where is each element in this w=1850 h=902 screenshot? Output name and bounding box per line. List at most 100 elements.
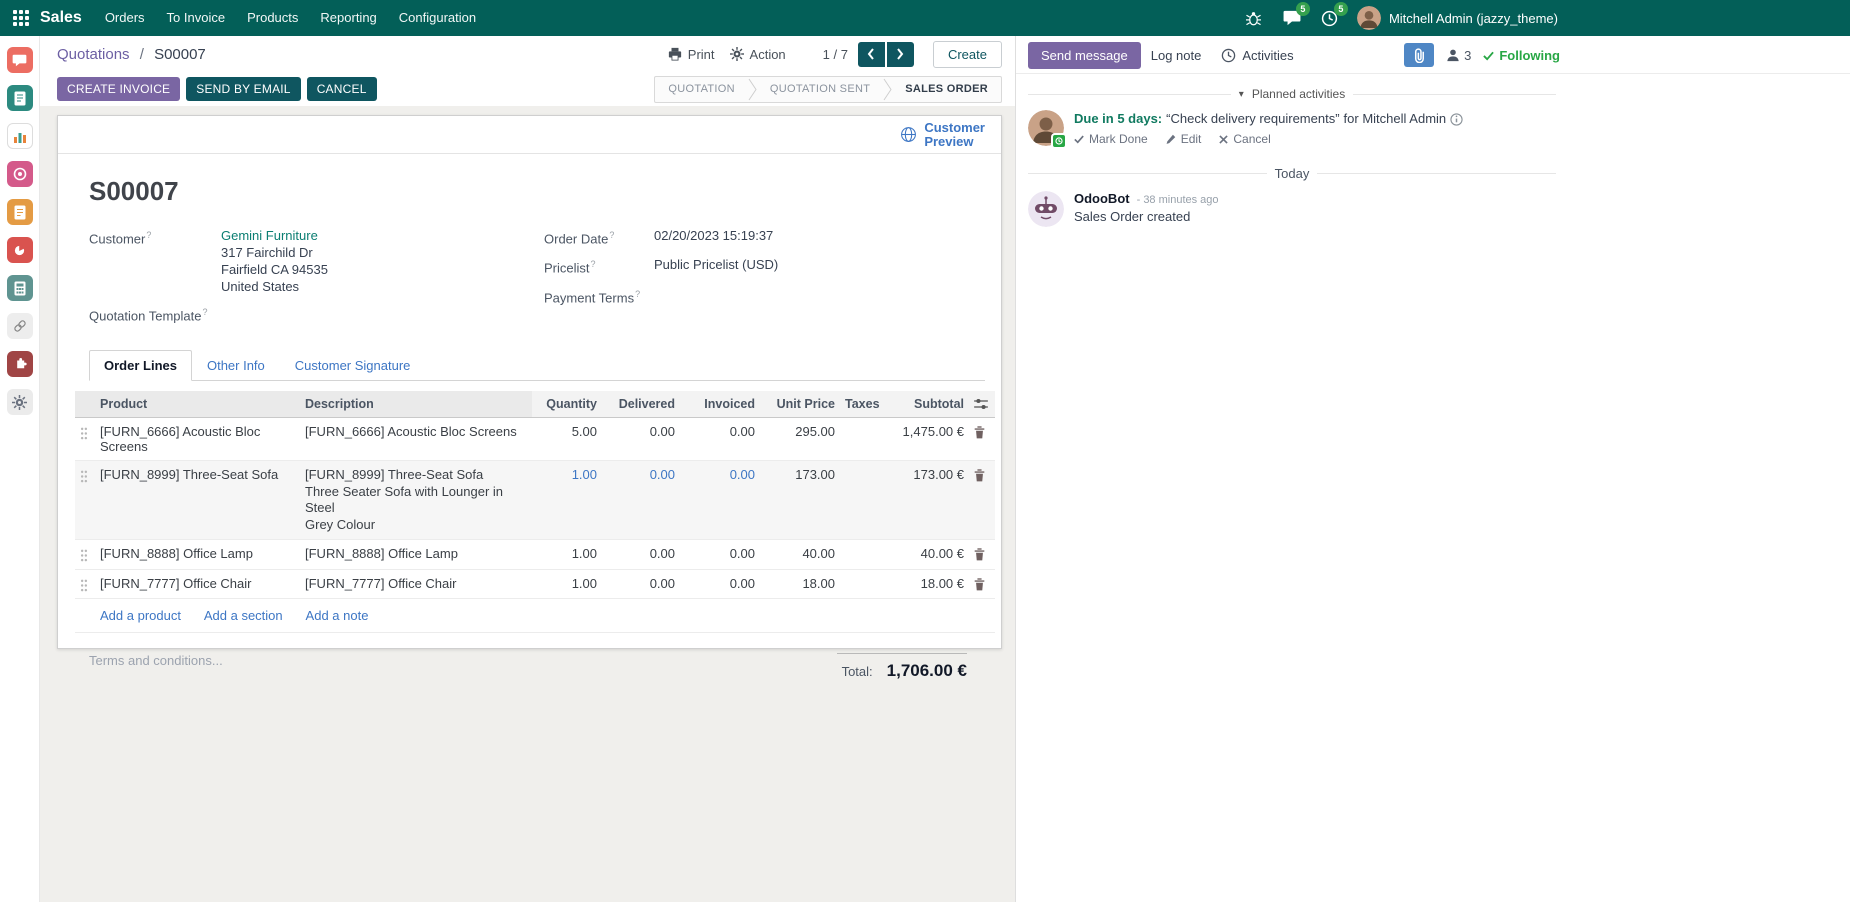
cell-subtotal[interactable]: 1,475.00 € <box>876 418 969 461</box>
cell-invoiced[interactable]: 0.00 <box>680 540 760 570</box>
cell-description[interactable]: [FURN_8999] Three-Seat SofaThree Seater … <box>300 461 532 540</box>
tab-other-info[interactable]: Other Info <box>192 350 280 381</box>
followers-button[interactable]: 3 <box>1446 48 1471 63</box>
cell-subtotal[interactable]: 173.00 € <box>876 461 969 540</box>
sidebar-app-subscriptions[interactable] <box>7 351 33 377</box>
cell-quantity[interactable]: 1.00 <box>532 461 602 540</box>
header-delivered[interactable]: Delivered <box>602 391 680 418</box>
delete-line-button[interactable] <box>969 569 995 599</box>
header-taxes[interactable]: Taxes <box>840 391 876 418</box>
sidebar-app-settings[interactable] <box>7 389 33 415</box>
sidebar-app-discuss[interactable] <box>7 47 33 73</box>
edit-activity-button[interactable]: Edit <box>1166 132 1202 146</box>
cell-taxes[interactable] <box>840 461 876 540</box>
cell-unit-price[interactable]: 18.00 <box>760 569 840 599</box>
optional-columns-icon[interactable] <box>969 391 995 418</box>
pager-next-button[interactable] <box>887 42 914 67</box>
stage-quotation[interactable]: QUOTATION <box>655 77 747 102</box>
cell-taxes[interactable] <box>840 418 876 461</box>
cell-description[interactable]: [FURN_8888] Office Lamp <box>300 540 532 570</box>
drag-handle[interactable] <box>75 569 95 599</box>
send-message-button[interactable]: Send message <box>1028 42 1141 69</box>
cell-quantity[interactable]: 1.00 <box>532 540 602 570</box>
pager-value[interactable]: 1 / 7 <box>823 47 848 62</box>
drag-handle[interactable] <box>75 461 95 540</box>
sidebar-app-crm[interactable] <box>7 161 33 187</box>
header-quantity[interactable]: Quantity <box>532 391 602 418</box>
header-description[interactable]: Description <box>300 391 532 418</box>
menu-to-invoice[interactable]: To Invoice <box>156 0 237 36</box>
delete-line-button[interactable] <box>969 461 995 540</box>
cell-product[interactable]: [FURN_8888] Office Lamp <box>95 540 300 570</box>
cell-delivered[interactable]: 0.00 <box>602 540 680 570</box>
app-name[interactable]: Sales <box>40 9 82 27</box>
menu-orders[interactable]: Orders <box>94 0 156 36</box>
breadcrumb-quotations-link[interactable]: Quotations <box>57 46 130 63</box>
planned-activities-header[interactable]: ▾ Planned activities <box>1016 87 1568 101</box>
cell-invoiced[interactable]: 0.00 <box>680 461 760 540</box>
stage-quotation-sent[interactable]: QUOTATION SENT <box>757 77 883 102</box>
cell-subtotal[interactable]: 18.00 € <box>876 569 969 599</box>
header-product[interactable]: Product <box>95 391 300 418</box>
attach-files-button[interactable] <box>1404 43 1434 67</box>
cell-product[interactable]: [FURN_8999] Three-Seat Sofa <box>95 461 300 540</box>
record-title[interactable]: S00007 <box>89 176 985 207</box>
print-button[interactable]: Print <box>668 47 715 62</box>
debug-bug-icon[interactable] <box>1243 7 1265 29</box>
cell-taxes[interactable] <box>840 540 876 570</box>
order-date-value[interactable]: 02/20/2023 15:19:37 <box>654 227 773 247</box>
header-invoiced[interactable]: Invoiced <box>680 391 760 418</box>
cell-quantity[interactable]: 1.00 <box>532 569 602 599</box>
delete-line-button[interactable] <box>969 540 995 570</box>
pricelist-value[interactable]: Public Pricelist (USD) <box>654 256 778 276</box>
schedule-activity-button[interactable]: Activities <box>1211 42 1303 69</box>
cell-invoiced[interactable]: 0.00 <box>680 569 760 599</box>
cancel-activity-button[interactable]: Cancel <box>1219 132 1270 146</box>
sidebar-app-spreadsheet[interactable] <box>7 123 33 149</box>
cell-unit-price[interactable]: 173.00 <box>760 461 840 540</box>
tab-order-lines[interactable]: Order Lines <box>89 350 192 381</box>
sidebar-app-dashboards[interactable] <box>7 237 33 263</box>
info-icon[interactable] <box>1450 113 1463 126</box>
create-invoice-button[interactable]: CREATE INVOICE <box>57 77 180 101</box>
activities-systray-icon[interactable]: 5 <box>1319 7 1341 29</box>
create-button[interactable]: Create <box>933 41 1002 68</box>
following-button[interactable]: Following <box>1483 48 1560 63</box>
menu-configuration[interactable]: Configuration <box>388 0 487 36</box>
cell-delivered[interactable]: 0.00 <box>602 418 680 461</box>
cell-product[interactable]: [FURN_6666] Acoustic Bloc Screens <box>95 418 300 461</box>
apps-menu-button[interactable] <box>6 0 36 36</box>
add-a-note-link[interactable]: Add a note <box>306 608 369 623</box>
header-subtotal[interactable]: Subtotal <box>876 391 969 418</box>
add-a-section-link[interactable]: Add a section <box>204 608 283 623</box>
action-button[interactable]: Action <box>730 47 786 62</box>
messages-systray-icon[interactable]: 5 <box>1281 7 1303 29</box>
stage-sales-order[interactable]: SALES ORDER <box>892 77 1001 102</box>
menu-reporting[interactable]: Reporting <box>309 0 387 36</box>
drag-handle[interactable] <box>75 418 95 461</box>
cell-description[interactable]: [FURN_6666] Acoustic Bloc Screens <box>300 418 532 461</box>
customer-preview-button[interactable]: Customer Preview <box>900 121 985 149</box>
drag-handle[interactable] <box>75 540 95 570</box>
sidebar-app-accounting[interactable] <box>7 275 33 301</box>
cell-taxes[interactable] <box>840 569 876 599</box>
customer-link[interactable]: Gemini Furniture <box>221 228 318 243</box>
cancel-order-button[interactable]: CANCEL <box>307 77 377 101</box>
sidebar-app-documents[interactable] <box>7 85 33 111</box>
cell-unit-price[interactable]: 40.00 <box>760 540 840 570</box>
cell-subtotal[interactable]: 40.00 € <box>876 540 969 570</box>
menu-products[interactable]: Products <box>236 0 309 36</box>
delete-line-button[interactable] <box>969 418 995 461</box>
user-menu[interactable]: Mitchell Admin (jazzy_theme) <box>1357 6 1558 30</box>
send-by-email-button[interactable]: SEND BY EMAIL <box>186 77 300 101</box>
add-a-product-link[interactable]: Add a product <box>100 608 181 623</box>
tab-customer-signature[interactable]: Customer Signature <box>280 350 426 381</box>
cell-invoiced[interactable]: 0.00 <box>680 418 760 461</box>
cell-delivered[interactable]: 0.00 <box>602 461 680 540</box>
cell-description[interactable]: [FURN_7777] Office Chair <box>300 569 532 599</box>
sidebar-app-link[interactable] <box>7 313 33 339</box>
sidebar-app-invoicing[interactable] <box>7 199 33 225</box>
cell-delivered[interactable]: 0.00 <box>602 569 680 599</box>
header-unit-price[interactable]: Unit Price <box>760 391 840 418</box>
terms-and-conditions-input[interactable]: Terms and conditions... <box>89 653 223 668</box>
